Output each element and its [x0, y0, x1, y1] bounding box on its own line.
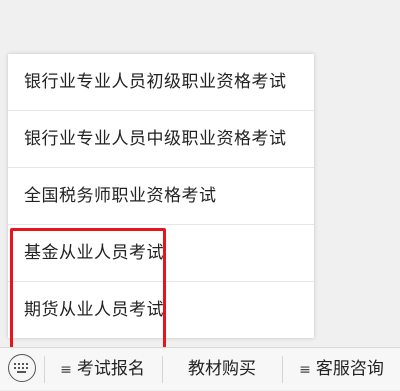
exam-registration-button[interactable]: ≡ 考试报名	[45, 348, 160, 390]
menu-item-bank-intermediate[interactable]: 银行业专业人员中级职业资格考试	[8, 111, 314, 168]
menu-lines-icon: ≡	[60, 362, 72, 378]
customer-service-label: 客服咨询	[315, 359, 384, 379]
textbook-purchase-label: 教材购买	[188, 359, 256, 379]
bottom-menu-bar: ≡ 考试报名 教材购买 ≡ 客服咨询	[0, 347, 400, 390]
textbook-purchase-button[interactable]: 教材购买	[163, 348, 281, 390]
exam-registration-label: 考试报名	[76, 359, 145, 379]
customer-service-button[interactable]: ≡ 客服咨询	[283, 348, 400, 390]
menu-item-bank-junior[interactable]: 银行业专业人员初级职业资格考试	[8, 54, 314, 111]
menu-item-tax-advisor[interactable]: 全国税务师职业资格考试	[8, 168, 314, 225]
keyboard-icon[interactable]	[8, 354, 36, 382]
menu-lines-icon: ≡	[299, 362, 311, 378]
